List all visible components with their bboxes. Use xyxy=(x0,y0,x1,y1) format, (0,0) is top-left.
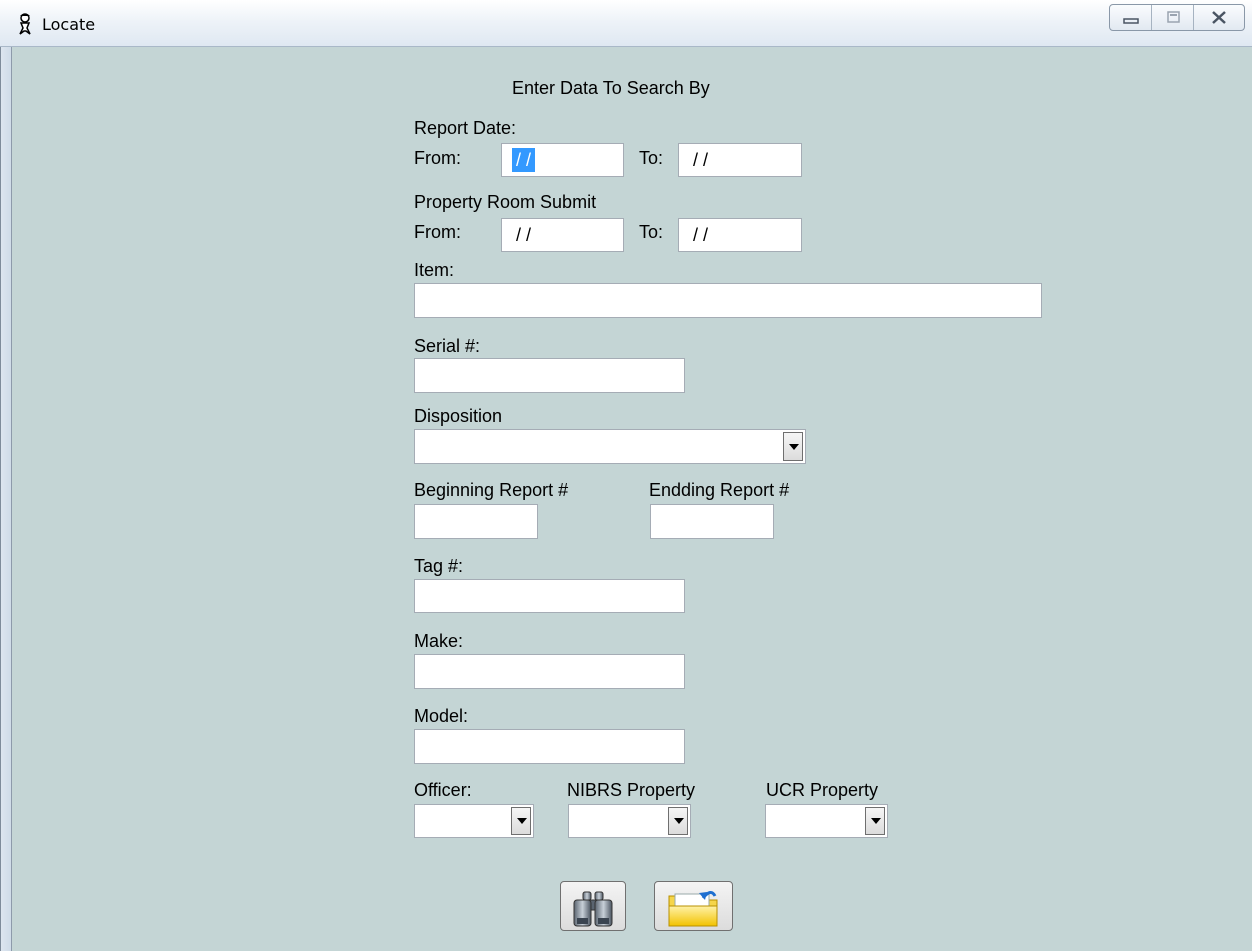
chevron-down-icon[interactable] xyxy=(783,432,803,461)
open-folder-icon xyxy=(668,891,718,927)
property-room-to-label: To: xyxy=(639,222,664,242)
make-field[interactable] xyxy=(414,654,685,689)
ucr-label: UCR Property xyxy=(766,780,879,800)
close-icon xyxy=(1212,11,1226,24)
officer-dropdown[interactable] xyxy=(414,804,534,838)
search-button[interactable] xyxy=(560,881,626,931)
beginning-report-field[interactable] xyxy=(414,504,538,539)
nibrs-label: NIBRS Property xyxy=(567,780,696,800)
officer-icon xyxy=(19,13,31,35)
chevron-down-icon[interactable] xyxy=(865,807,885,835)
tag-field[interactable] xyxy=(414,579,685,613)
model-label: Model: xyxy=(414,706,469,726)
disposition-dropdown[interactable] xyxy=(414,429,806,464)
window-frame-left xyxy=(0,47,12,951)
item-label: Item: xyxy=(414,260,455,280)
minimize-icon xyxy=(1123,18,1139,24)
beginning-report-label: Beginning Report # xyxy=(414,480,569,500)
chevron-down-icon[interactable] xyxy=(668,807,688,835)
report-date-from-field[interactable]: / / xyxy=(501,143,624,177)
ending-report-label: Endding Report # xyxy=(649,480,790,500)
disposition-label: Disposition xyxy=(414,406,503,426)
property-room-to-field[interactable]: / / xyxy=(678,218,802,252)
tag-label: Tag #: xyxy=(414,556,464,576)
officer-label: Officer: xyxy=(414,780,472,800)
model-field[interactable] xyxy=(414,729,685,764)
title-bar: Locate xyxy=(0,0,1252,47)
minimize-button[interactable] xyxy=(1110,5,1152,30)
form-heading: Enter Data To Search By xyxy=(512,78,710,98)
nibrs-dropdown[interactable] xyxy=(568,804,691,838)
report-date-from-label: From: xyxy=(414,148,461,168)
item-field[interactable] xyxy=(414,283,1042,318)
make-label: Make: xyxy=(414,631,464,651)
binoculars-icon xyxy=(573,891,613,927)
chevron-down-icon[interactable] xyxy=(511,807,531,835)
serial-field[interactable] xyxy=(414,358,685,393)
property-room-from-field[interactable]: / / xyxy=(501,218,624,252)
maximize-icon xyxy=(1167,11,1180,23)
window-controls xyxy=(1109,4,1245,31)
property-room-label: Property Room Submit xyxy=(414,192,597,212)
open-folder-button[interactable] xyxy=(654,881,733,931)
report-date-label: Report Date: xyxy=(414,118,517,138)
serial-label: Serial #: xyxy=(414,336,481,356)
report-date-to-label: To: xyxy=(639,148,664,168)
property-room-from-label: From: xyxy=(414,222,461,242)
maximize-button[interactable] xyxy=(1152,5,1194,30)
window-title: Locate xyxy=(42,15,96,34)
report-date-to-field[interactable]: / / xyxy=(678,143,802,177)
report-date-from-value: / / xyxy=(512,148,536,172)
ending-report-field[interactable] xyxy=(650,504,774,539)
ucr-dropdown[interactable] xyxy=(765,804,888,838)
close-button[interactable] xyxy=(1194,5,1244,30)
